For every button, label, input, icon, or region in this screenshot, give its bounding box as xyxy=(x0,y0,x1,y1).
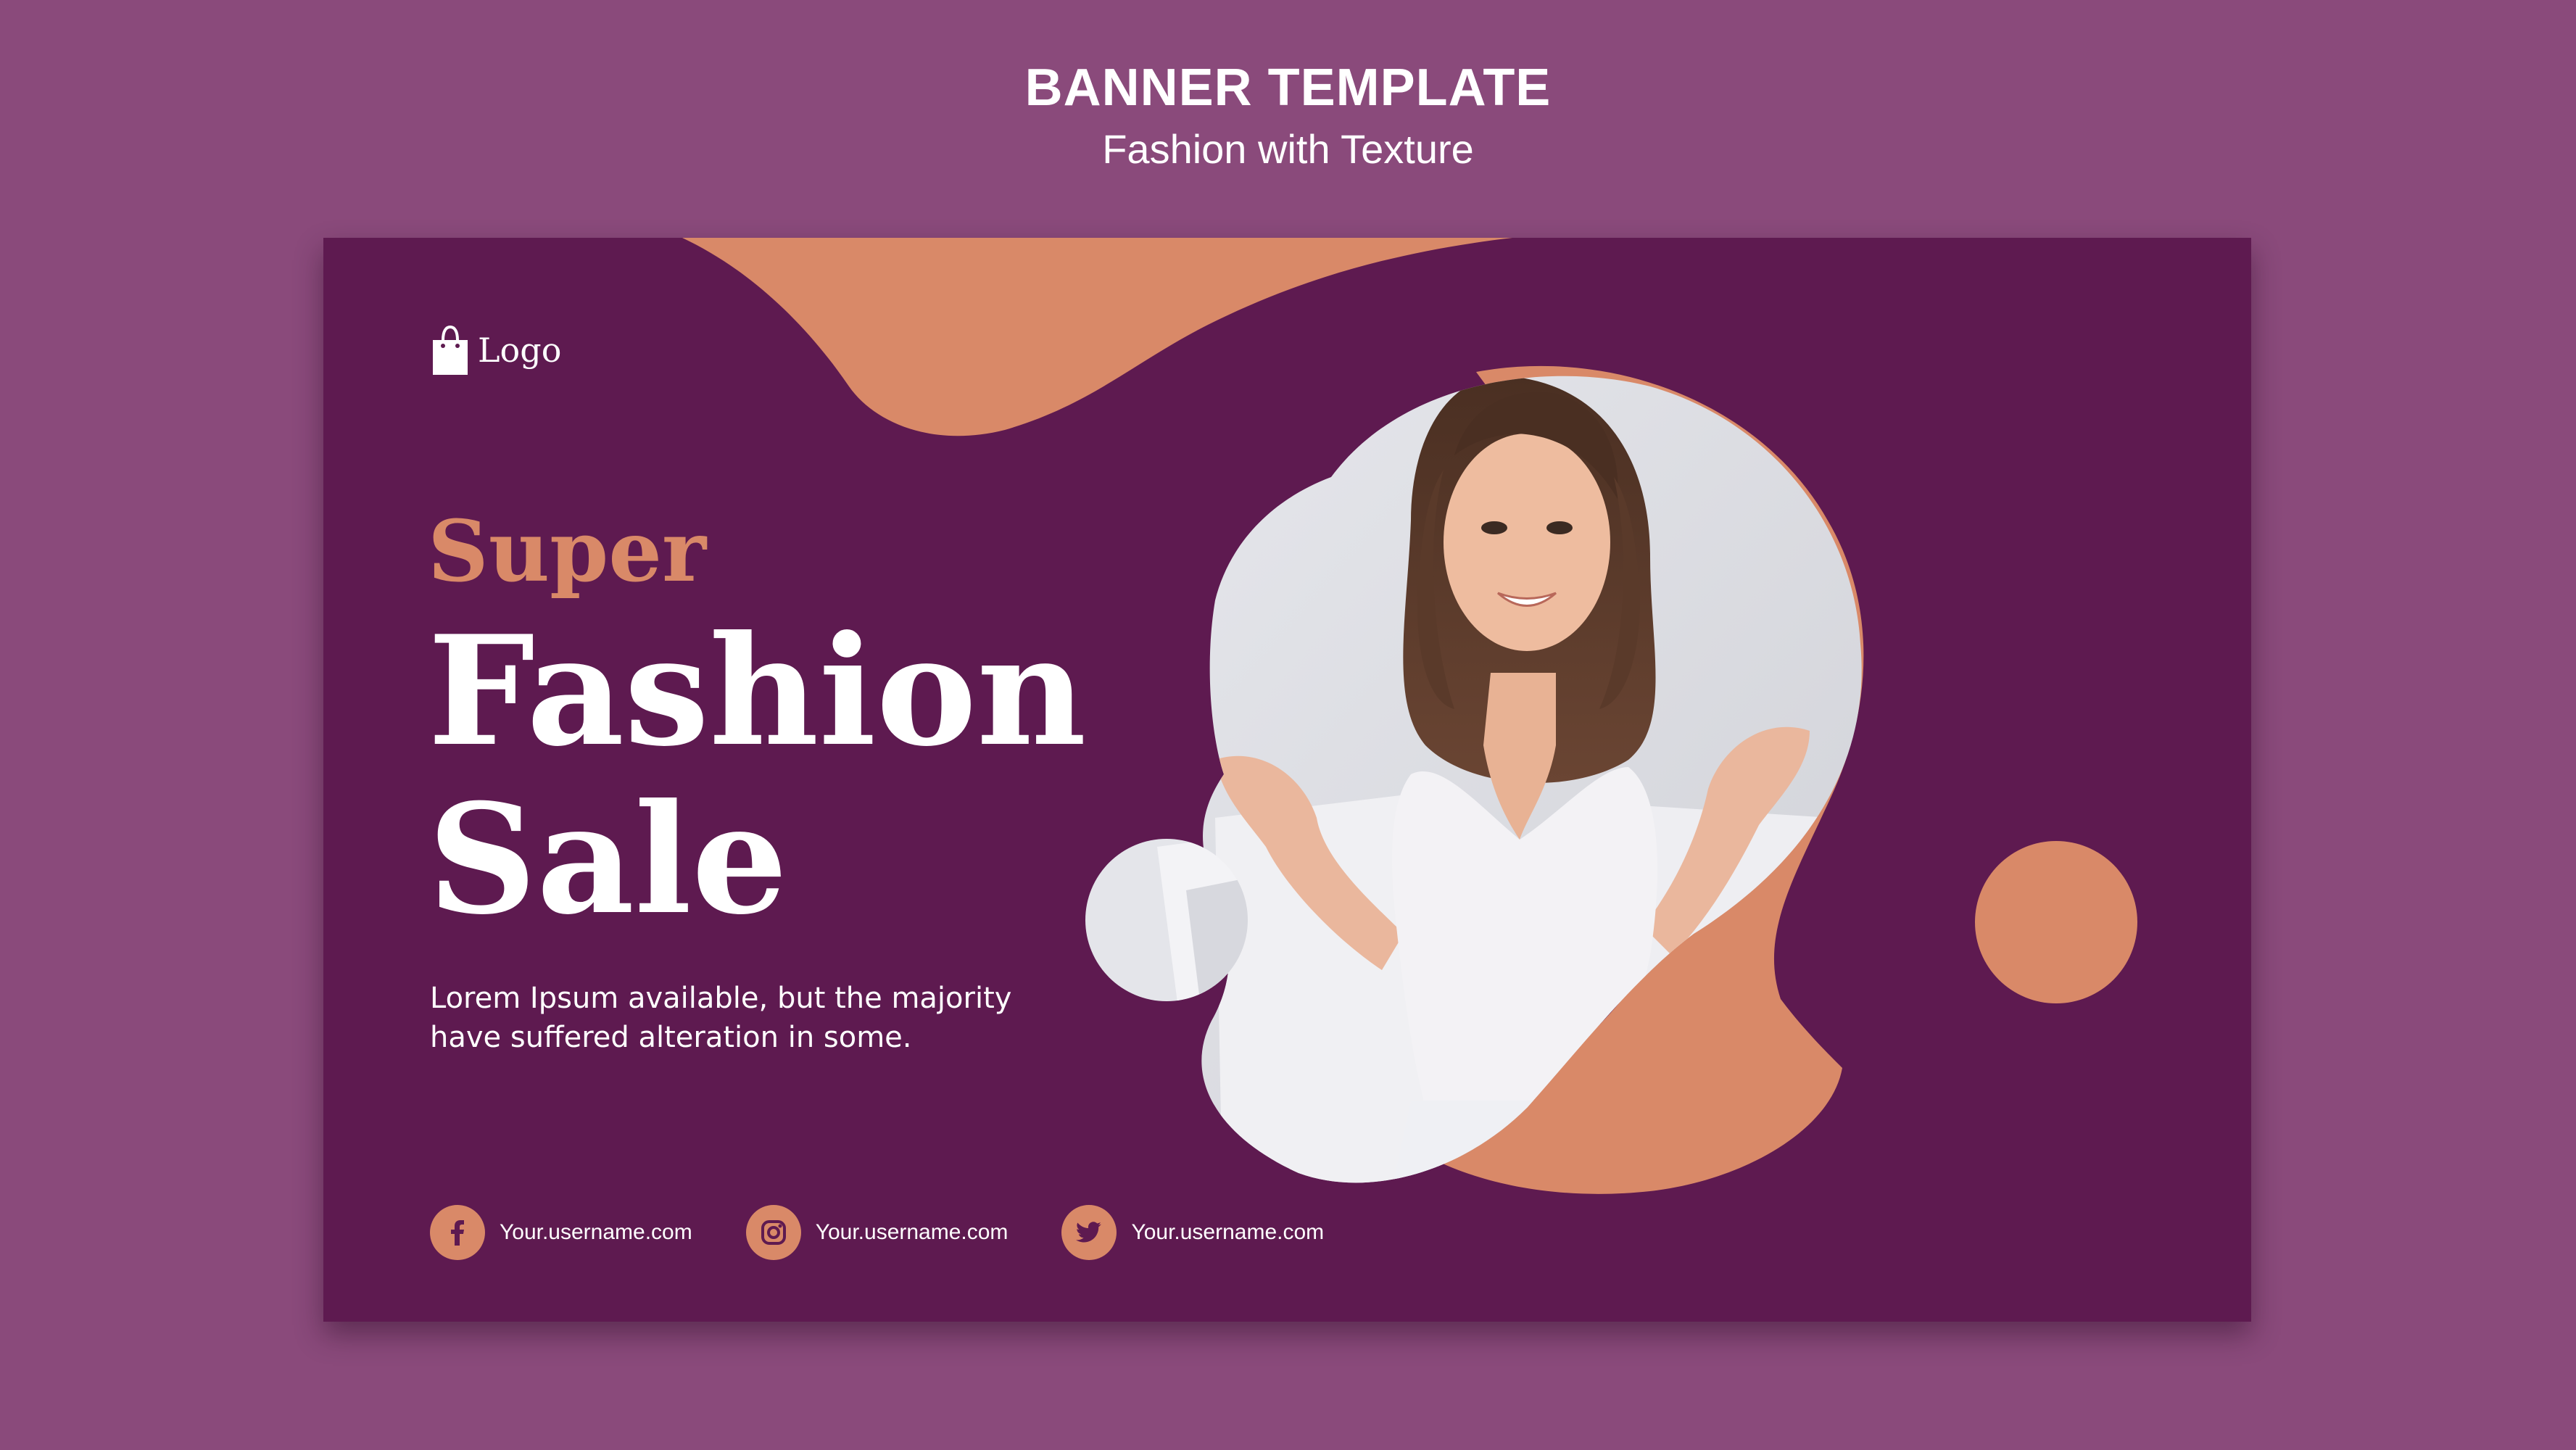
headline-line-1: Fashion xyxy=(428,603,1087,780)
headline-line-2: Sale xyxy=(428,771,788,948)
body-line-2: have suffered alteration in some. xyxy=(430,1021,912,1054)
social-item-facebook[interactable]: Your.username.com xyxy=(430,1205,692,1260)
shopping-bag-icon xyxy=(433,325,468,375)
social-item-instagram[interactable]: Your.username.com xyxy=(745,1205,1009,1260)
instagram-handle[interactable]: Your.username.com xyxy=(816,1220,1009,1245)
social-item-twitter[interactable]: Your.username.com xyxy=(1061,1205,1324,1260)
facebook-icon[interactable] xyxy=(430,1205,485,1260)
body-line-1: Lorem Ipsum available, but the majority xyxy=(430,982,1012,1015)
body-copy: Lorem Ipsum available, but the majority … xyxy=(430,979,1155,1057)
social-links: Your.username.com Your.username.com Your… xyxy=(430,1205,1378,1260)
headline-kicker: Super xyxy=(428,502,707,601)
logo-text: Logo xyxy=(478,331,562,370)
page-subtitle: Fashion with Texture xyxy=(1102,126,1474,172)
facebook-handle[interactable]: Your.username.com xyxy=(500,1220,692,1245)
top-wave-shape xyxy=(682,238,1512,436)
banner-card: Logo Super Fashion Sale Lorem Ipsum avai… xyxy=(323,238,2251,1322)
brand-logo[interactable]: Logo xyxy=(430,324,561,376)
twitter-handle[interactable]: Your.username.com xyxy=(1131,1220,1324,1245)
headline-main: Fashion Sale xyxy=(428,608,1298,944)
peach-circle-shape xyxy=(1975,841,2137,1003)
page-title: BANNER TEMPLATE xyxy=(1024,59,1552,117)
twitter-icon[interactable] xyxy=(1061,1205,1117,1260)
instagram-icon[interactable] xyxy=(745,1205,801,1260)
